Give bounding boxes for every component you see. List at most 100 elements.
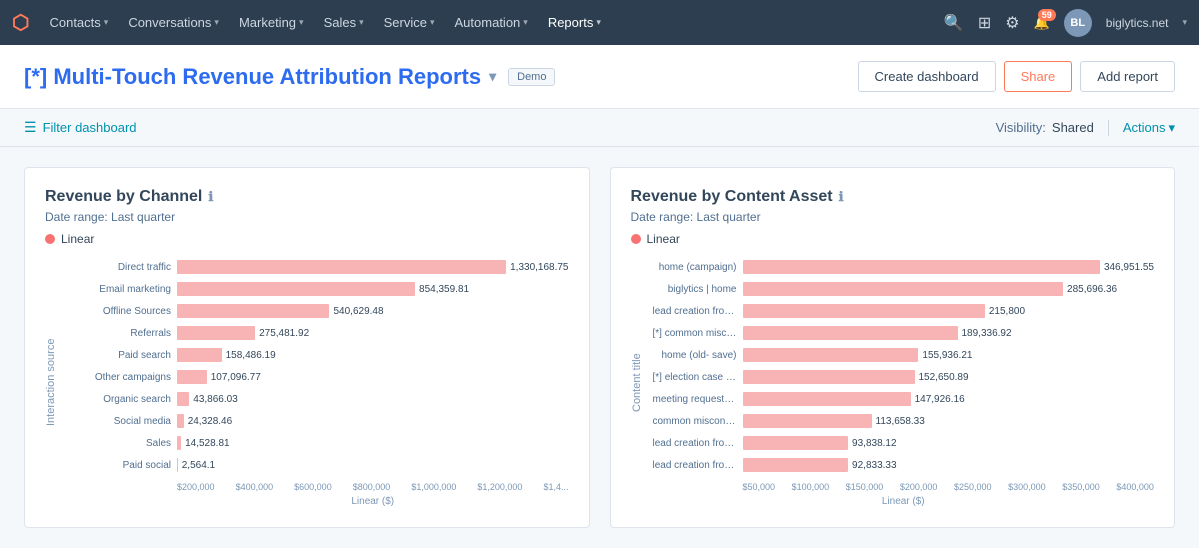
bar-label: Direct traffic — [67, 262, 177, 273]
vertical-divider — [1108, 120, 1109, 136]
bar-label: Email marketing — [67, 284, 177, 295]
x-axis-tick: $1,200,000 — [477, 482, 522, 492]
bar-track: 158,486.19 — [177, 348, 569, 362]
nav-reports[interactable]: Reports ▾ — [540, 11, 609, 34]
bar-label: home (old- save) — [653, 350, 743, 361]
share-button[interactable]: Share — [1004, 61, 1073, 92]
create-dashboard-button[interactable]: Create dashboard — [858, 61, 996, 92]
title-chevron-icon[interactable]: ▾ — [489, 68, 496, 85]
x-axis-tick: $800,000 — [353, 482, 391, 492]
bar-value: 854,359.81 — [419, 284, 469, 295]
chart2-title: Revenue by Content Asset ℹ — [631, 188, 1155, 206]
bar-fill — [177, 260, 506, 274]
hubspot-logo[interactable]: ⬡ — [12, 10, 29, 35]
bar-value: 1,330,168.75 — [510, 262, 568, 273]
list-item: home (campaign)346,951.55 — [653, 258, 1155, 276]
bar-track: 92,833.33 — [743, 458, 1155, 472]
list-item: Organic search43,866.03 — [67, 390, 569, 408]
nav-conversations[interactable]: Conversations ▾ — [120, 11, 227, 34]
nav-service[interactable]: Service ▾ — [376, 11, 443, 34]
page-title: [*] Multi-Touch Revenue Attribution Repo… — [24, 64, 496, 90]
bar-fill — [743, 436, 849, 450]
list-item: common misconception...113,658.33 — [653, 412, 1155, 430]
x-axis-tick: $350,000 — [1062, 482, 1100, 492]
bar-track: 107,096.77 — [177, 370, 569, 384]
chevron-down-icon: ▾ — [523, 17, 528, 28]
x-axis-tick: $1,4... — [543, 482, 568, 492]
list-item: Paid search158,486.19 — [67, 346, 569, 364]
nav-automation[interactable]: Automation ▾ — [447, 11, 536, 34]
chart2-info-icon[interactable]: ℹ — [839, 189, 844, 205]
chart2-bar-chart: Content title home (campaign)346,951.55b… — [631, 258, 1155, 507]
bar-track: 24,328.46 — [177, 414, 569, 428]
chart1-info-icon[interactable]: ℹ — [208, 189, 213, 205]
actions-dropdown-button[interactable]: Actions ▾ — [1123, 120, 1175, 136]
bar-label: home (campaign) — [653, 262, 743, 273]
bar-label: meeting request page — [653, 394, 743, 405]
x-axis-tick: $50,000 — [743, 482, 776, 492]
bar-track: 1,330,168.75 — [177, 260, 569, 274]
bar-value: 147,926.16 — [915, 394, 965, 405]
list-item: Social media 24,328.46 — [67, 412, 569, 430]
topnav-right-section: 🔍 ⊞ ⚙ 🔔 59 BL biglytics.net ▾ — [944, 9, 1187, 37]
settings-icon[interactable]: ⚙ — [1005, 13, 1019, 33]
list-item: lead creation from conta...92,833.33 — [653, 456, 1155, 474]
bar-track: 155,936.21 — [743, 348, 1155, 362]
nav-marketing[interactable]: Marketing ▾ — [231, 11, 312, 34]
bar-track: 854,359.81 — [177, 282, 569, 296]
bar-fill — [177, 282, 415, 296]
domain-label[interactable]: biglytics.net — [1106, 16, 1169, 30]
bar-label: Referrals — [67, 328, 177, 339]
list-item: [*] common misconcepti...189,336.92 — [653, 324, 1155, 342]
bar-track: 2,564.1 — [177, 458, 569, 472]
list-item: meeting request page 147,926.16 — [653, 390, 1155, 408]
chart1-x-axis-label: Linear ($) — [67, 496, 569, 507]
bar-label: Social media — [67, 416, 177, 427]
chart2-x-axis: $50,000$100,000$150,000$200,000$250,000$… — [653, 482, 1155, 492]
bar-fill — [177, 370, 207, 384]
x-axis-tick: $300,000 — [1008, 482, 1046, 492]
bar-label: biglytics | home — [653, 284, 743, 295]
notifications-icon[interactable]: 🔔 59 — [1034, 15, 1050, 31]
bar-value: 24,328.46 — [188, 416, 233, 427]
top-navigation: ⬡ Contacts ▾ Conversations ▾ Marketing ▾… — [0, 0, 1199, 45]
legend-dot-icon — [45, 234, 55, 244]
search-icon[interactable]: 🔍 — [944, 13, 964, 33]
list-item: Email marketing 854,359.81 — [67, 280, 569, 298]
bar-label: Other campaigns — [67, 372, 177, 383]
notification-count: 59 — [1038, 9, 1056, 21]
bar-value: 93,838.12 — [852, 438, 897, 449]
list-item: Direct traffic 1,330,168.75 — [67, 258, 569, 276]
chart2-bars-area: home (campaign)346,951.55 biglytics | hom… — [653, 258, 1155, 478]
filter-bar: ☰ Filter dashboard Visibility: Shared Ac… — [0, 109, 1199, 147]
bar-fill — [743, 304, 985, 318]
x-axis-tick: $1,000,000 — [411, 482, 456, 492]
bar-fill — [743, 282, 1064, 296]
bar-value: 158,486.19 — [226, 350, 276, 361]
x-axis-tick: $600,000 — [294, 482, 332, 492]
bar-value: 14,528.81 — [185, 438, 230, 449]
bar-fill — [743, 414, 872, 428]
list-item: Offline Sources540,629.48 — [67, 302, 569, 320]
bar-track: 147,926.16 — [743, 392, 1155, 406]
add-report-button[interactable]: Add report — [1080, 61, 1175, 92]
x-axis-tick: $400,000 — [1116, 482, 1154, 492]
nav-sales[interactable]: Sales ▾ — [316, 11, 372, 34]
x-axis-tick: $400,000 — [236, 482, 274, 492]
chart1-x-axis: $200,000$400,000$600,000$800,000$1,000,0… — [67, 482, 569, 492]
filter-dashboard-button[interactable]: ☰ Filter dashboard — [24, 119, 137, 136]
chart1-legend: Linear — [45, 232, 569, 246]
bar-fill — [743, 326, 958, 340]
domain-chevron-icon[interactable]: ▾ — [1182, 17, 1187, 28]
bar-value: 92,833.33 — [852, 460, 897, 471]
list-item: home (old- save)155,936.21 — [653, 346, 1155, 364]
avatar[interactable]: BL — [1064, 9, 1092, 37]
chart1-date-range: Date range: Last quarter — [45, 210, 569, 224]
visibility-shared-label: Shared — [1052, 120, 1094, 135]
nav-contacts[interactable]: Contacts ▾ — [41, 11, 116, 34]
chart1-inner: Direct traffic 1,330,168.75 Email marketin… — [67, 258, 569, 507]
list-item: lead creation from conve...93,838.12 — [653, 434, 1155, 452]
bar-value: 2,564.1 — [182, 460, 215, 471]
apps-icon[interactable]: ⊞ — [978, 13, 991, 33]
bar-track: 275,481.92 — [177, 326, 569, 340]
